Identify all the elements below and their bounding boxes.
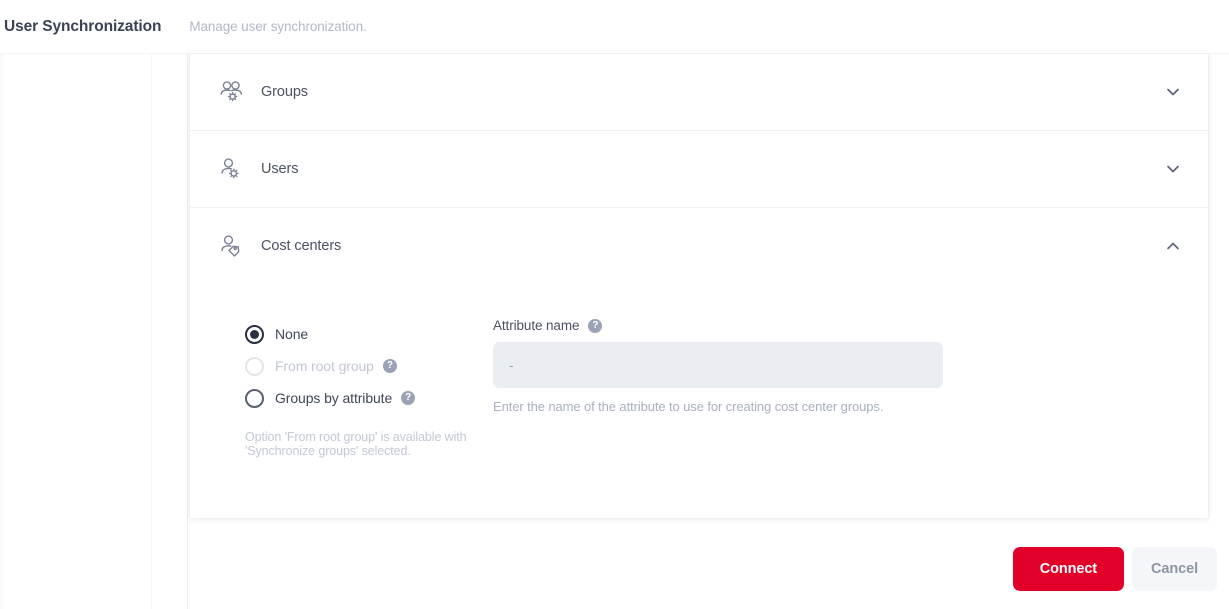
cost-center-mode-radio-group: None From root group ? Groups by attribu… [219,318,493,458]
attribute-name-hint: Enter the name of the attribute to use f… [493,399,884,414]
chevron-down-icon[interactable] [1164,83,1182,101]
accordion-header-users[interactable]: Users [190,131,1208,207]
radio-label-groups-by-attribute: Groups by attribute [275,390,393,406]
radio-option-from-root-group: From root group ? [245,350,493,382]
page-title: User Synchronization [4,17,162,35]
radio-mark-from-root-group [245,356,264,376]
attribute-name-label-row: Attribute name ? [493,318,943,333]
attribute-name-label: Attribute name [493,318,580,333]
content-body: Groups Users Cost centers None From root… [0,53,1229,609]
accordion-section-users: Users [190,130,1208,207]
accordion-header-cost-centers[interactable]: Cost centers [190,208,1208,284]
attribute-name-field-group: Attribute name ? Enter the name of the a… [493,318,943,458]
page-subtitle: Manage user synchronization. [189,19,367,34]
user-gear-icon [219,157,261,181]
help-icon-groups-by-attribute[interactable]: ? [401,391,416,405]
accordion-section-groups: Groups [190,54,1208,130]
accordion-title-users: Users [261,161,299,177]
accordion-title-cost-centers: Cost centers [261,238,342,254]
user-tag-icon [219,234,261,258]
radio-label-none: None [275,326,309,342]
chevron-down-icon[interactable] [1164,160,1182,178]
help-icon-from-root-group[interactable]: ? [382,359,397,373]
rail-gutter [152,54,188,609]
radio-option-groups-by-attribute[interactable]: Groups by attribute ? [245,382,493,414]
cancel-button[interactable]: Cancel [1132,547,1217,591]
user-sync-accordion: Groups Users Cost centers None From root… [189,54,1209,518]
help-icon-attribute-name[interactable]: ? [588,318,603,333]
radio-option-none[interactable]: None [245,318,493,350]
cost-centers-panel: None From root group ? Groups by attribu… [190,284,1208,518]
accordion-title-groups: Groups [261,84,308,100]
radio-group-note: Option 'From root group' is available wi… [245,430,467,458]
attribute-name-input[interactable] [493,342,943,388]
page-header: User Synchronization Manage user synchro… [0,0,1229,53]
connect-button[interactable]: Connect [1012,547,1125,591]
left-rail [0,54,152,609]
accordion-header-groups[interactable]: Groups [190,54,1208,130]
accordion-section-cost-centers: Cost centers None From root group ? Grou… [190,207,1208,518]
radio-mark-groups-by-attribute[interactable] [245,388,264,408]
radio-label-from-root-group: From root group [275,358,374,374]
chevron-up-icon[interactable] [1164,237,1182,255]
users-gear-icon [219,80,261,104]
dialog-footer: Connect Cancel [1012,547,1217,591]
radio-mark-none[interactable] [245,324,264,344]
